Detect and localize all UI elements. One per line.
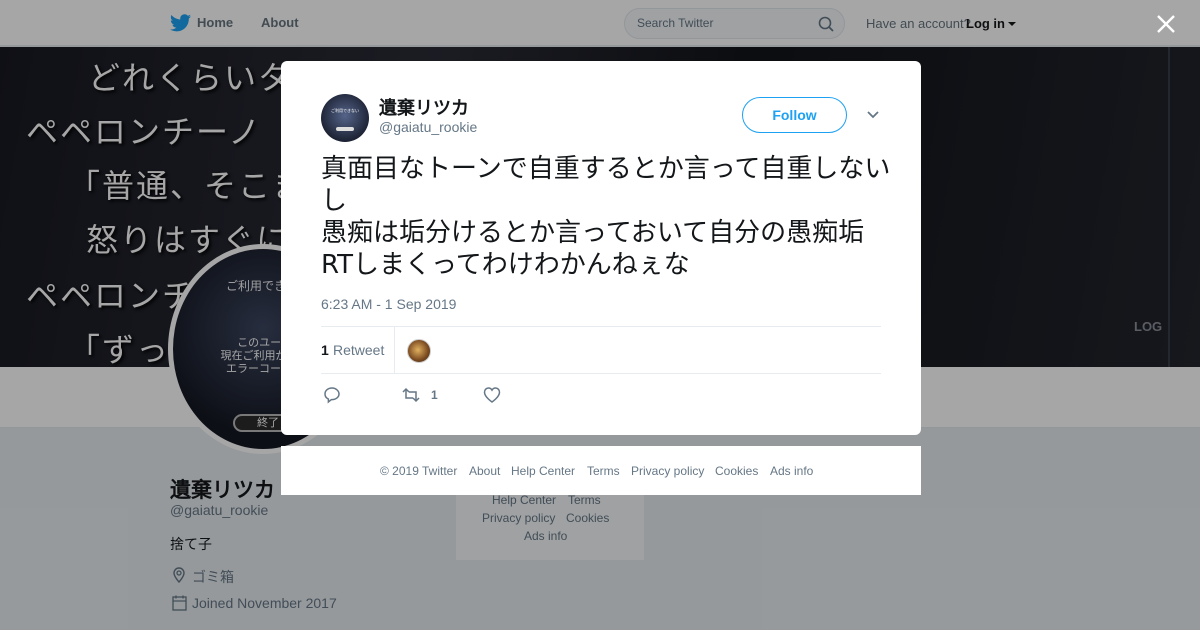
- footer-link-help[interactable]: Help Center: [511, 464, 575, 478]
- retweet-label[interactable]: Retweet: [333, 342, 384, 358]
- tweet-timestamp[interactable]: 6:23 AM - 1 Sep 2019: [321, 296, 456, 312]
- footer-link-ads[interactable]: Ads info: [770, 464, 813, 478]
- retweet-count[interactable]: 1: [321, 342, 329, 358]
- reply-button[interactable]: [323, 386, 341, 406]
- close-icon[interactable]: [1156, 14, 1176, 34]
- modal-footer: © 2019 Twitter About Help Center Terms P…: [281, 446, 921, 495]
- tweet-stats: 1 Retweet: [321, 326, 881, 374]
- footer-link-about[interactable]: About: [469, 464, 500, 478]
- like-button[interactable]: [483, 386, 501, 406]
- retweet-button[interactable]: 1: [402, 386, 438, 406]
- retweet-icon: [402, 387, 420, 403]
- retweet-action-count: 1: [431, 388, 438, 402]
- tweet-author-handle[interactable]: @gaiatu_rookie: [379, 119, 477, 135]
- tweet-modal: ご利用できない 遺棄リツカ @gaiatu_rookie Follow 真面目な…: [281, 61, 921, 435]
- footer-link-privacy[interactable]: Privacy policy: [631, 464, 704, 478]
- follow-button[interactable]: Follow: [742, 97, 847, 133]
- reply-icon: [324, 387, 340, 404]
- avatar-caption: ご利用できない: [331, 108, 359, 113]
- footer-link-cookies[interactable]: Cookies: [715, 464, 758, 478]
- footer-copyright: © 2019 Twitter: [380, 464, 458, 478]
- like-icon: [483, 387, 501, 403]
- tweet-text: 真面目なトーンで自重するとか言って自重しないし 愚痴は垢分けるとか言っておいて自…: [321, 154, 891, 280]
- retweeter-avatar[interactable]: [407, 339, 431, 363]
- chevron-down-icon[interactable]: [866, 109, 880, 121]
- footer-link-terms[interactable]: Terms: [587, 464, 620, 478]
- avatar-end-button: [336, 127, 354, 131]
- stats-divider: [394, 327, 395, 373]
- tweet-author-name[interactable]: 遺棄リツカ: [379, 94, 469, 120]
- tweet-author-avatar[interactable]: ご利用できない: [321, 94, 369, 142]
